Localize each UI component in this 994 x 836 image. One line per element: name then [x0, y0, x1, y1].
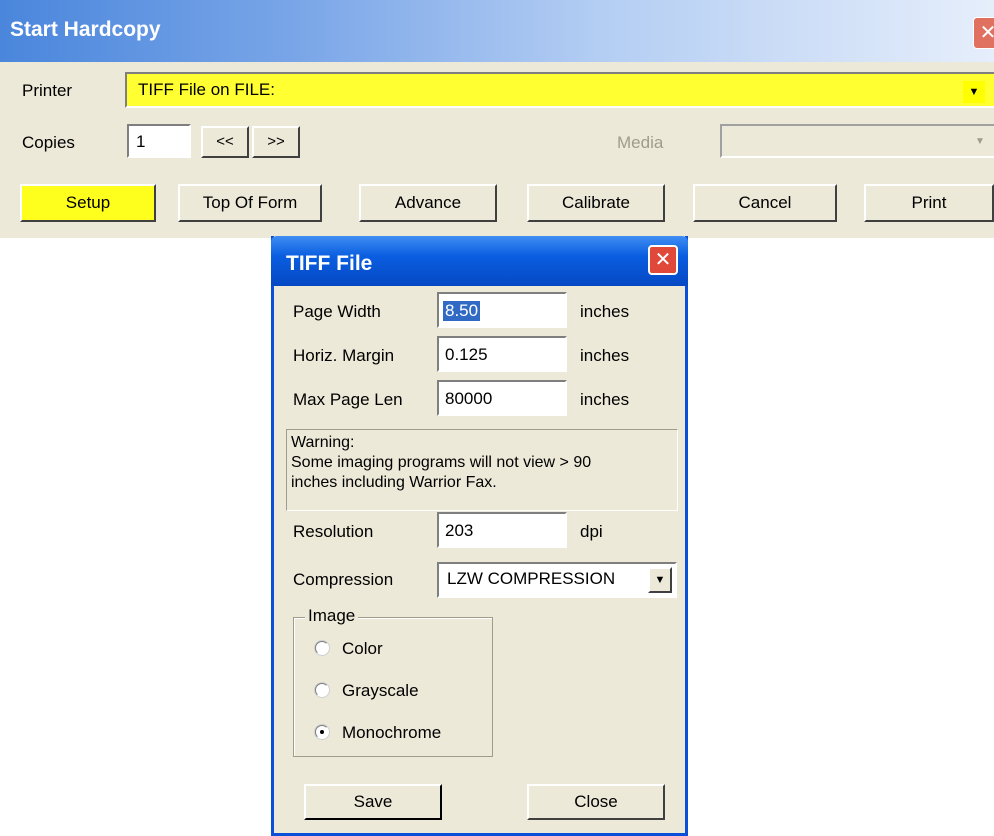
monochrome-radio-label[interactable]: Monochrome: [342, 723, 441, 743]
copies-input-value: 1: [136, 132, 146, 151]
color-radio[interactable]: [315, 641, 329, 655]
horiz-margin-value: 0.125: [445, 345, 488, 364]
warning-line: inches including Warrior Fax.: [291, 474, 497, 491]
chevron-down-icon[interactable]: ▼: [970, 131, 990, 153]
resolution-value: 203: [445, 521, 474, 540]
print-button[interactable]: Print: [864, 184, 994, 222]
main-window-title: Start Hardcopy: [10, 18, 161, 41]
save-button[interactable]: Save: [304, 784, 442, 820]
warning-message: Warning: Some imaging programs will not …: [291, 433, 676, 493]
increment-copies-button[interactable]: >>: [252, 126, 300, 158]
page-width-value: 8.50: [443, 301, 481, 321]
main-close-icon[interactable]: ✕: [973, 17, 994, 49]
close-button[interactable]: Close: [527, 784, 665, 820]
page-width-unit: inches: [580, 302, 630, 321]
media-label: Media: [617, 133, 664, 152]
top-of-form-button[interactable]: Top Of Form: [178, 184, 322, 222]
resolution-label: Resolution: [293, 522, 374, 541]
max-page-len-value: 80000: [445, 389, 493, 408]
printer-label: Printer: [22, 81, 73, 100]
grayscale-radio-label[interactable]: Grayscale: [342, 681, 419, 701]
copies-label: Copies: [22, 133, 75, 152]
dialog-close-icon[interactable]: ✕: [648, 245, 678, 275]
calibrate-button[interactable]: Calibrate: [527, 184, 665, 222]
media-select[interactable]: [720, 124, 994, 158]
image-group-label: Image: [305, 606, 359, 626]
warning-heading: Warning:: [291, 434, 355, 451]
dialog-title: TIFF File: [286, 252, 373, 275]
printer-select-value: TIFF File on FILE:: [138, 80, 275, 99]
advance-button[interactable]: Advance: [359, 184, 497, 222]
page-width-label: Page Width: [293, 302, 381, 321]
compression-select-value: LZW COMPRESSION: [447, 569, 616, 588]
chevron-down-icon[interactable]: ▼: [648, 567, 672, 593]
horiz-margin-label: Horiz. Margin: [293, 346, 395, 365]
chevron-down-icon[interactable]: ▼: [963, 81, 985, 103]
setup-button[interactable]: Setup: [20, 184, 156, 222]
decrement-copies-button[interactable]: <<: [201, 126, 249, 158]
resolution-unit: dpi: [580, 522, 603, 541]
max-page-len-unit: inches: [580, 390, 630, 409]
horiz-margin-unit: inches: [580, 346, 630, 365]
warning-line: Some imaging programs will not view > 90: [291, 454, 592, 471]
grayscale-radio[interactable]: [315, 683, 329, 697]
radio-selected-dot: [320, 730, 324, 734]
max-page-len-label: Max Page Len: [293, 390, 403, 409]
compression-label: Compression: [293, 570, 394, 589]
cancel-button[interactable]: Cancel: [693, 184, 837, 222]
color-radio-label[interactable]: Color: [342, 639, 383, 659]
